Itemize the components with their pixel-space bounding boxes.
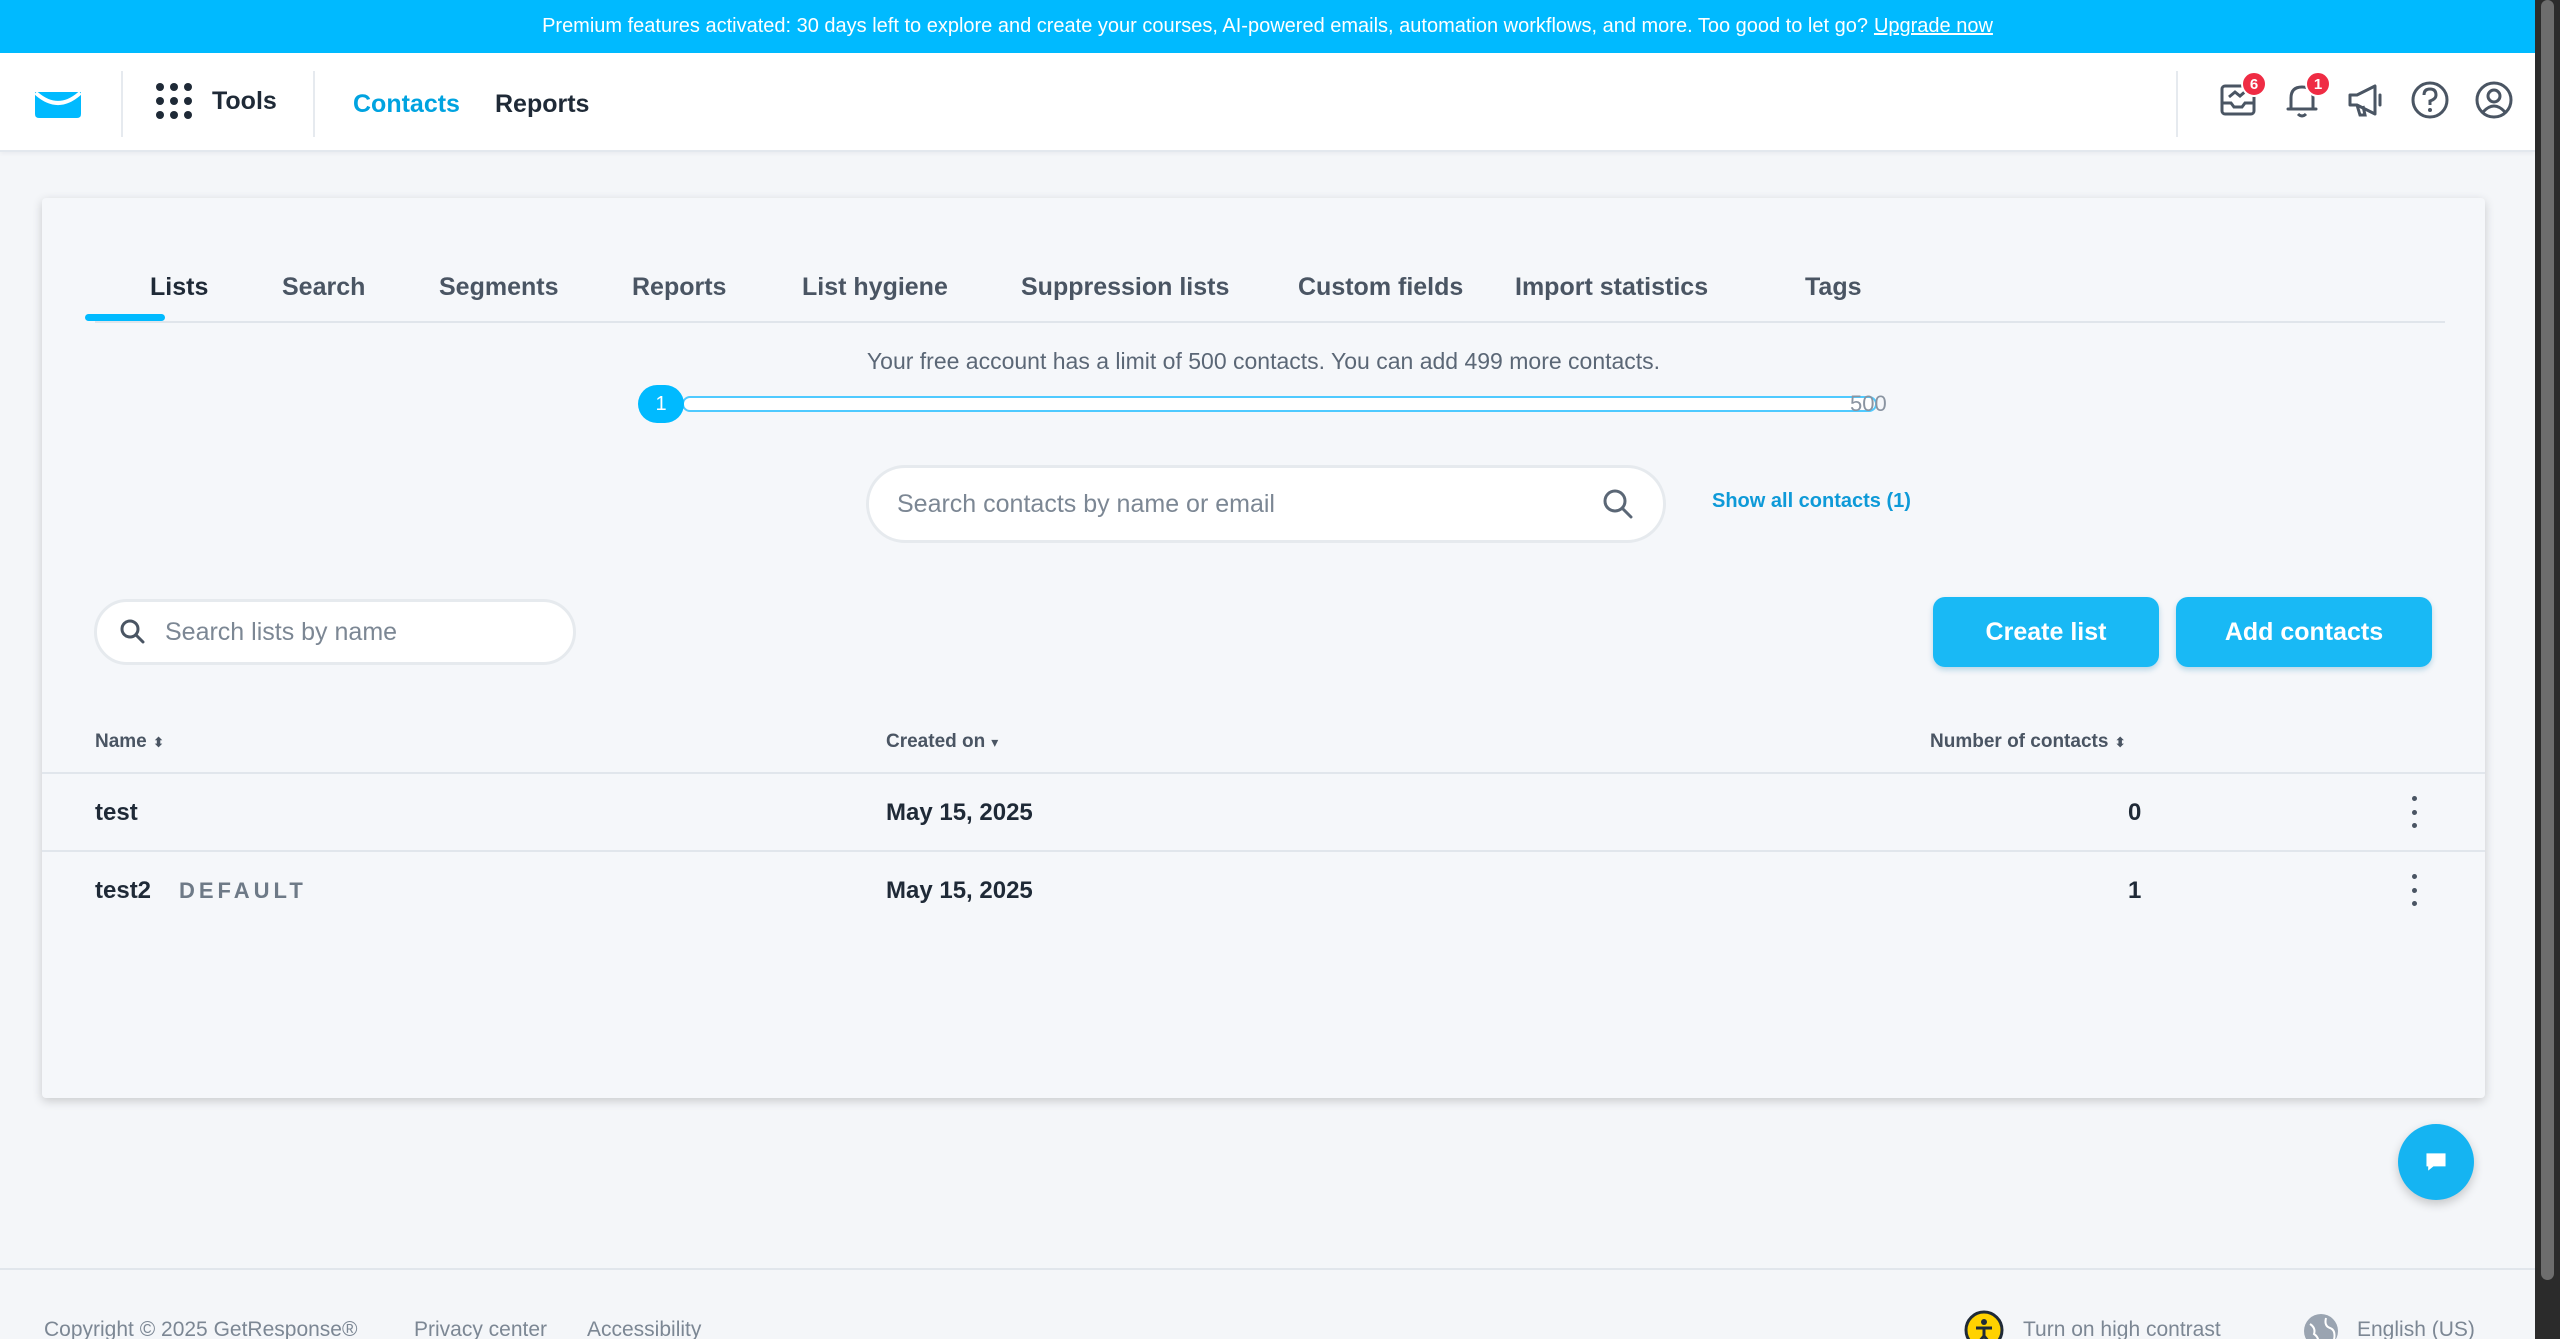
tools-label: Tools — [212, 86, 277, 115]
active-tab-indicator — [85, 314, 165, 321]
contact-count-knob: 1 — [638, 385, 684, 423]
column-header-name[interactable]: Name ⬍ — [95, 731, 164, 753]
top-navigation: Tools Contacts Reports 6 1 — [0, 53, 2535, 152]
notifications-bell-icon[interactable]: 1 — [2281, 71, 2331, 121]
tab-import-statistics[interactable]: Import statistics — [1515, 273, 1708, 302]
language-selector[interactable]: English (US) — [2357, 1318, 2475, 1339]
tab-segments[interactable]: Segments — [439, 273, 558, 302]
banner-text: Premium features activated: 30 days left… — [542, 15, 1868, 37]
getresponse-logo-icon[interactable] — [33, 88, 83, 120]
globe-icon — [2304, 1314, 2338, 1339]
list-name[interactable]: test — [95, 799, 138, 827]
user-profile-icon[interactable] — [2473, 79, 2515, 121]
chat-button[interactable] — [2398, 1124, 2474, 1200]
megaphone-icon[interactable] — [2345, 79, 2387, 121]
tab-list-hygiene[interactable]: List hygiene — [802, 273, 948, 302]
nav-contacts[interactable]: Contacts — [353, 90, 460, 119]
table-row[interactable]: test May 15, 2025 0 — [42, 772, 2485, 850]
list-created-date: May 15, 2025 — [886, 877, 1033, 904]
search-icon — [120, 619, 145, 644]
sort-both-icon: ⬍ — [152, 734, 165, 750]
copyright-text: Copyright © 2025 GetResponse® — [44, 1318, 358, 1339]
create-list-button[interactable]: Create list — [1933, 597, 2159, 667]
messages-icon[interactable]: 6 — [2217, 71, 2267, 121]
nav-divider — [313, 71, 315, 137]
row-more-options-icon[interactable] — [2408, 874, 2420, 906]
top-right-icons: 6 1 — [2217, 71, 2515, 121]
contacts-tabs: Lists Search Segments Reports List hygie… — [95, 265, 2445, 323]
sort-down-icon: ▾ — [991, 734, 999, 750]
notifications-badge: 1 — [2305, 71, 2331, 97]
nav-divider — [121, 71, 123, 137]
default-badge: DEFAULT — [179, 878, 307, 903]
tab-reports[interactable]: Reports — [632, 273, 726, 302]
row-more-options-icon[interactable] — [2408, 796, 2420, 828]
column-header-count[interactable]: Number of contacts ⬍ — [1930, 731, 2126, 753]
list-created-date: May 15, 2025 — [886, 799, 1033, 826]
tab-search[interactable]: Search — [282, 273, 365, 302]
list-search-input[interactable] — [165, 617, 551, 647]
show-all-contacts-link[interactable]: Show all contacts (1) — [1712, 490, 1911, 513]
contact-limit-max: 500 — [1850, 391, 1887, 416]
messages-badge: 6 — [2241, 71, 2267, 97]
nav-reports[interactable]: Reports — [495, 90, 589, 119]
list-contact-count: 0 — [2128, 799, 2142, 826]
search-icon[interactable] — [1601, 487, 1635, 521]
accessibility-icon[interactable] — [1964, 1310, 2004, 1339]
add-contacts-button[interactable]: Add contacts — [2176, 597, 2432, 667]
column-header-count-label: Number of contacts — [1930, 731, 2109, 752]
scrollbar-thumb[interactable] — [2541, 0, 2554, 1280]
tab-tags[interactable]: Tags — [1805, 273, 1862, 302]
list-name[interactable]: test2 — [95, 877, 151, 905]
promo-banner: Premium features activated: 30 days left… — [0, 0, 2535, 53]
privacy-center-link[interactable]: Privacy center — [414, 1318, 547, 1339]
column-header-created[interactable]: Created on ▾ — [886, 731, 998, 753]
upgrade-link[interactable]: Upgrade now — [1874, 15, 1993, 38]
tab-suppression-lists[interactable]: Suppression lists — [1021, 273, 1229, 302]
nav-divider — [2176, 71, 2178, 137]
tab-custom-fields[interactable]: Custom fields — [1298, 273, 1463, 302]
page-scrollbar[interactable] — [2535, 0, 2560, 1339]
help-icon[interactable] — [2409, 79, 2451, 121]
high-contrast-toggle[interactable]: Turn on high contrast — [2023, 1318, 2221, 1339]
page-footer: Copyright © 2025 GetResponse® Privacy ce… — [0, 1268, 2535, 1339]
tools-menu[interactable]: Tools — [156, 83, 277, 119]
contact-search-box — [866, 465, 1666, 543]
lists-card: Lists Search Segments Reports List hygie… — [42, 198, 2485, 1098]
sort-both-icon: ⬍ — [2114, 734, 2127, 750]
chat-bubble-icon — [2426, 1153, 2446, 1171]
contact-limit-text: Your free account has a limit of 500 con… — [866, 348, 1661, 374]
accessibility-link[interactable]: Accessibility — [587, 1318, 701, 1339]
column-header-created-label: Created on — [886, 731, 986, 752]
table-row[interactable]: test2 DEFAULT May 15, 2025 1 — [42, 850, 2485, 928]
apps-grid-icon — [156, 83, 192, 119]
column-header-name-label: Name — [95, 731, 147, 752]
list-search-box — [94, 599, 576, 665]
list-contact-count: 1 — [2128, 877, 2142, 904]
contact-search-input[interactable] — [897, 489, 1601, 519]
contact-limit-bar — [682, 396, 1877, 412]
tab-lists[interactable]: Lists — [150, 273, 208, 302]
